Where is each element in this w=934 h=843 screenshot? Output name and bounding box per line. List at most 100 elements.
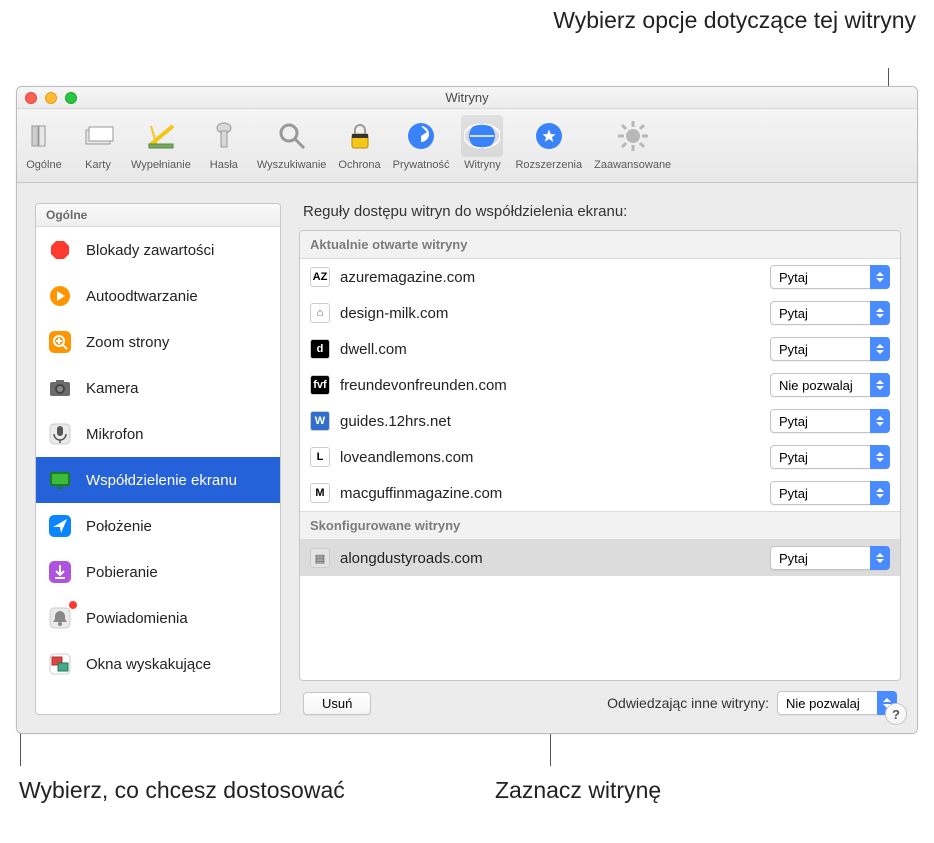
toolbar: Ogólne Karty WypełnianieHasłaWyszukiwanie O…: [17, 109, 917, 183]
sidebar-item-label: Kamera: [86, 380, 139, 397]
sidebar-item-label: Pobieranie: [86, 564, 158, 581]
site-name: loveandlemons.com: [340, 449, 760, 466]
sidebar-item-screen[interactable]: Współdzielenie ekranu: [36, 457, 280, 503]
sidebar-item-location[interactable]: Położenie: [36, 503, 280, 549]
play-icon: [44, 280, 76, 312]
toolbar-label: Prywatność: [393, 159, 450, 171]
configured-sites-rows: ▤ alongdustyroads.com PytajNie pozwalajPoz…: [300, 540, 900, 576]
other-sites-label: Odwiedzając inne witryny:: [607, 695, 769, 711]
sites-panel: Aktualnie otwarte witryny AZ azuremagazin…: [299, 230, 901, 681]
body-area: Ogólne Blokady zawartościAutoodtwarzanie…: [17, 183, 917, 733]
site-name: design-milk.com: [340, 305, 760, 322]
toolbar-item-ochrona[interactable]: Ochrona: [332, 115, 386, 182]
other-sites-select[interactable]: PytajNie pozwalajPozwól: [777, 691, 897, 715]
toolbar-icon: [203, 115, 245, 157]
sidebar-item-label: Okna wyskakujące: [86, 656, 211, 673]
toolbar-label: Rozszerzenia: [515, 159, 582, 171]
favicon-icon: ▤: [310, 548, 330, 568]
toolbar-item-prywatność[interactable]: Prywatność: [387, 115, 456, 182]
site-name: dwell.com: [340, 341, 760, 358]
sidebar-item-notify[interactable]: Powiadomienia: [36, 595, 280, 641]
sidebar-item-stop[interactable]: Blokady zawartości: [36, 227, 280, 273]
toolbar-icon: [400, 115, 442, 157]
open-sites-rows: AZ azuremagazine.com PytajNie pozwalajPozw…: [300, 259, 900, 511]
sidebar-item-label: Zoom strony: [86, 334, 169, 351]
site-name: guides.12hrs.net: [340, 413, 760, 430]
badge-dot: [68, 600, 78, 610]
permission-select[interactable]: PytajNie pozwalajPozwól: [770, 301, 890, 325]
sidebar-item-play[interactable]: Autoodtwarzanie: [36, 273, 280, 319]
permission-select[interactable]: PytajNie pozwalajPozwól: [770, 445, 890, 469]
favicon-icon: d: [310, 339, 330, 359]
site-name: freundevonfreunden.com: [340, 377, 760, 394]
sidebar-list: Blokady zawartości Autoodtwarzanie Zoom st…: [36, 227, 280, 714]
site-name: alongdustyroads.com: [340, 550, 760, 567]
sidebar-item-popup[interactable]: Okna wyskakujące: [36, 641, 280, 687]
toolbar-item-ogólne[interactable]: Ogólne: [17, 115, 71, 182]
toolbar-label: Ogólne: [26, 159, 61, 171]
permission-select[interactable]: PytajNie pozwalajPozwól: [770, 546, 890, 570]
toolbar-item-rozszerzenia[interactable]: Rozszerzenia: [509, 115, 588, 182]
site-row[interactable]: ▤ alongdustyroads.com PytajNie pozwalajPoz…: [300, 540, 900, 576]
download-icon: [44, 556, 76, 588]
site-row[interactable]: Lloveandlemons.comPytajNie pozwalajPozwó…: [300, 439, 900, 475]
toolbar-item-zaawansowane[interactable]: Zaawansowane: [588, 115, 677, 182]
site-name: azuremagazine.com: [340, 269, 760, 286]
toolbar-item-witryny[interactable]: Witryny: [455, 115, 509, 182]
sidebar-item-download[interactable]: Pobieranie: [36, 549, 280, 595]
mic-icon: [44, 418, 76, 450]
group-header-open: Aktualnie otwarte witryny: [300, 231, 900, 259]
sidebar-item-label: Blokady zawartości: [86, 242, 214, 259]
notify-icon: [44, 602, 76, 634]
site-row[interactable]: fvf freundevonfreunden.com PytajNie pozwal…: [300, 367, 900, 403]
favicon-icon: M: [310, 483, 330, 503]
favicon-icon: W: [310, 411, 330, 431]
sidebar: Ogólne Blokady zawartościAutoodtwarzanie…: [35, 203, 281, 715]
preferences-window: Witryny Ogólne Karty WypełnianieHasłaWyszu…: [16, 86, 918, 734]
toolbar-item-wypełnianie[interactable]: Wypełnianie: [125, 115, 197, 182]
zoom-icon: [44, 326, 76, 358]
sidebar-item-label: Współdzielenie ekranu: [86, 472, 237, 489]
site-name: macguffinmagazine.com: [340, 485, 760, 502]
site-row[interactable]: AZ azuremagazine.com PytajNie pozwalajPozw…: [300, 259, 900, 295]
bottom-bar: Usuń Odwiedzając inne witryny: PytajNie …: [299, 681, 901, 715]
toolbar-item-wyszukiwanie[interactable]: Wyszukiwanie: [251, 115, 333, 182]
site-row[interactable]: ⌂ design-milk.com PytajNie pozwalajPozwól: [300, 295, 900, 331]
site-row[interactable]: Wguides.12hrs.net PytajNie pozwalajPozwól: [300, 403, 900, 439]
favicon-icon: AZ: [310, 267, 330, 287]
sidebar-item-label: Powiadomienia: [86, 610, 188, 627]
toolbar-icon: [461, 115, 503, 157]
site-row[interactable]: d dwell.com PytajNie pozwalajPozwól: [300, 331, 900, 367]
permission-select[interactable]: PytajNie pozwalajPozwól: [770, 265, 890, 289]
titlebar: Witryny: [17, 87, 917, 109]
toolbar-item-karty[interactable]: Karty: [71, 115, 125, 182]
permission-select[interactable]: PytajNie pozwalajPozwól: [770, 373, 890, 397]
permission-select[interactable]: PytajNie pozwalajPozwól: [770, 409, 890, 433]
sidebar-item-label: Mikrofon: [86, 426, 144, 443]
help-button[interactable]: ?: [885, 703, 907, 725]
remove-button[interactable]: Usuń: [303, 692, 371, 715]
toolbar-label: Zaawansowane: [594, 159, 671, 171]
toolbar-label: Karty: [85, 159, 111, 171]
toolbar-label: Witryny: [464, 159, 501, 171]
favicon-icon: ⌂: [310, 303, 330, 323]
toolbar-icon: [23, 115, 65, 157]
camera-icon: [44, 372, 76, 404]
sidebar-item-zoom[interactable]: Zoom strony: [36, 319, 280, 365]
sidebar-item-mic[interactable]: Mikrofon: [36, 411, 280, 457]
screen-icon: [44, 464, 76, 496]
main-content: Reguły dostępu witryn do współdzielenia …: [299, 203, 901, 715]
popup-icon: [44, 648, 76, 680]
permission-select[interactable]: PytajNie pozwalajPozwól: [770, 481, 890, 505]
toolbar-item-hasła[interactable]: Hasła: [197, 115, 251, 182]
sidebar-item-label: Położenie: [86, 518, 152, 535]
permission-select[interactable]: PytajNie pozwalajPozwól: [770, 337, 890, 361]
toolbar-icon: [140, 115, 182, 157]
sidebar-item-camera[interactable]: Kamera: [36, 365, 280, 411]
favicon-icon: fvf: [310, 375, 330, 395]
callout-top-right: Wybierz opcje dotyczące tej witryny: [553, 6, 916, 35]
toolbar-icon: [612, 115, 654, 157]
toolbar-label: Ochrona: [338, 159, 380, 171]
site-row[interactable]: Mmacguffinmagazine.com PytajNie pozwalajP…: [300, 475, 900, 511]
callout-bottom-center: Zaznacz witrynę: [495, 776, 661, 805]
